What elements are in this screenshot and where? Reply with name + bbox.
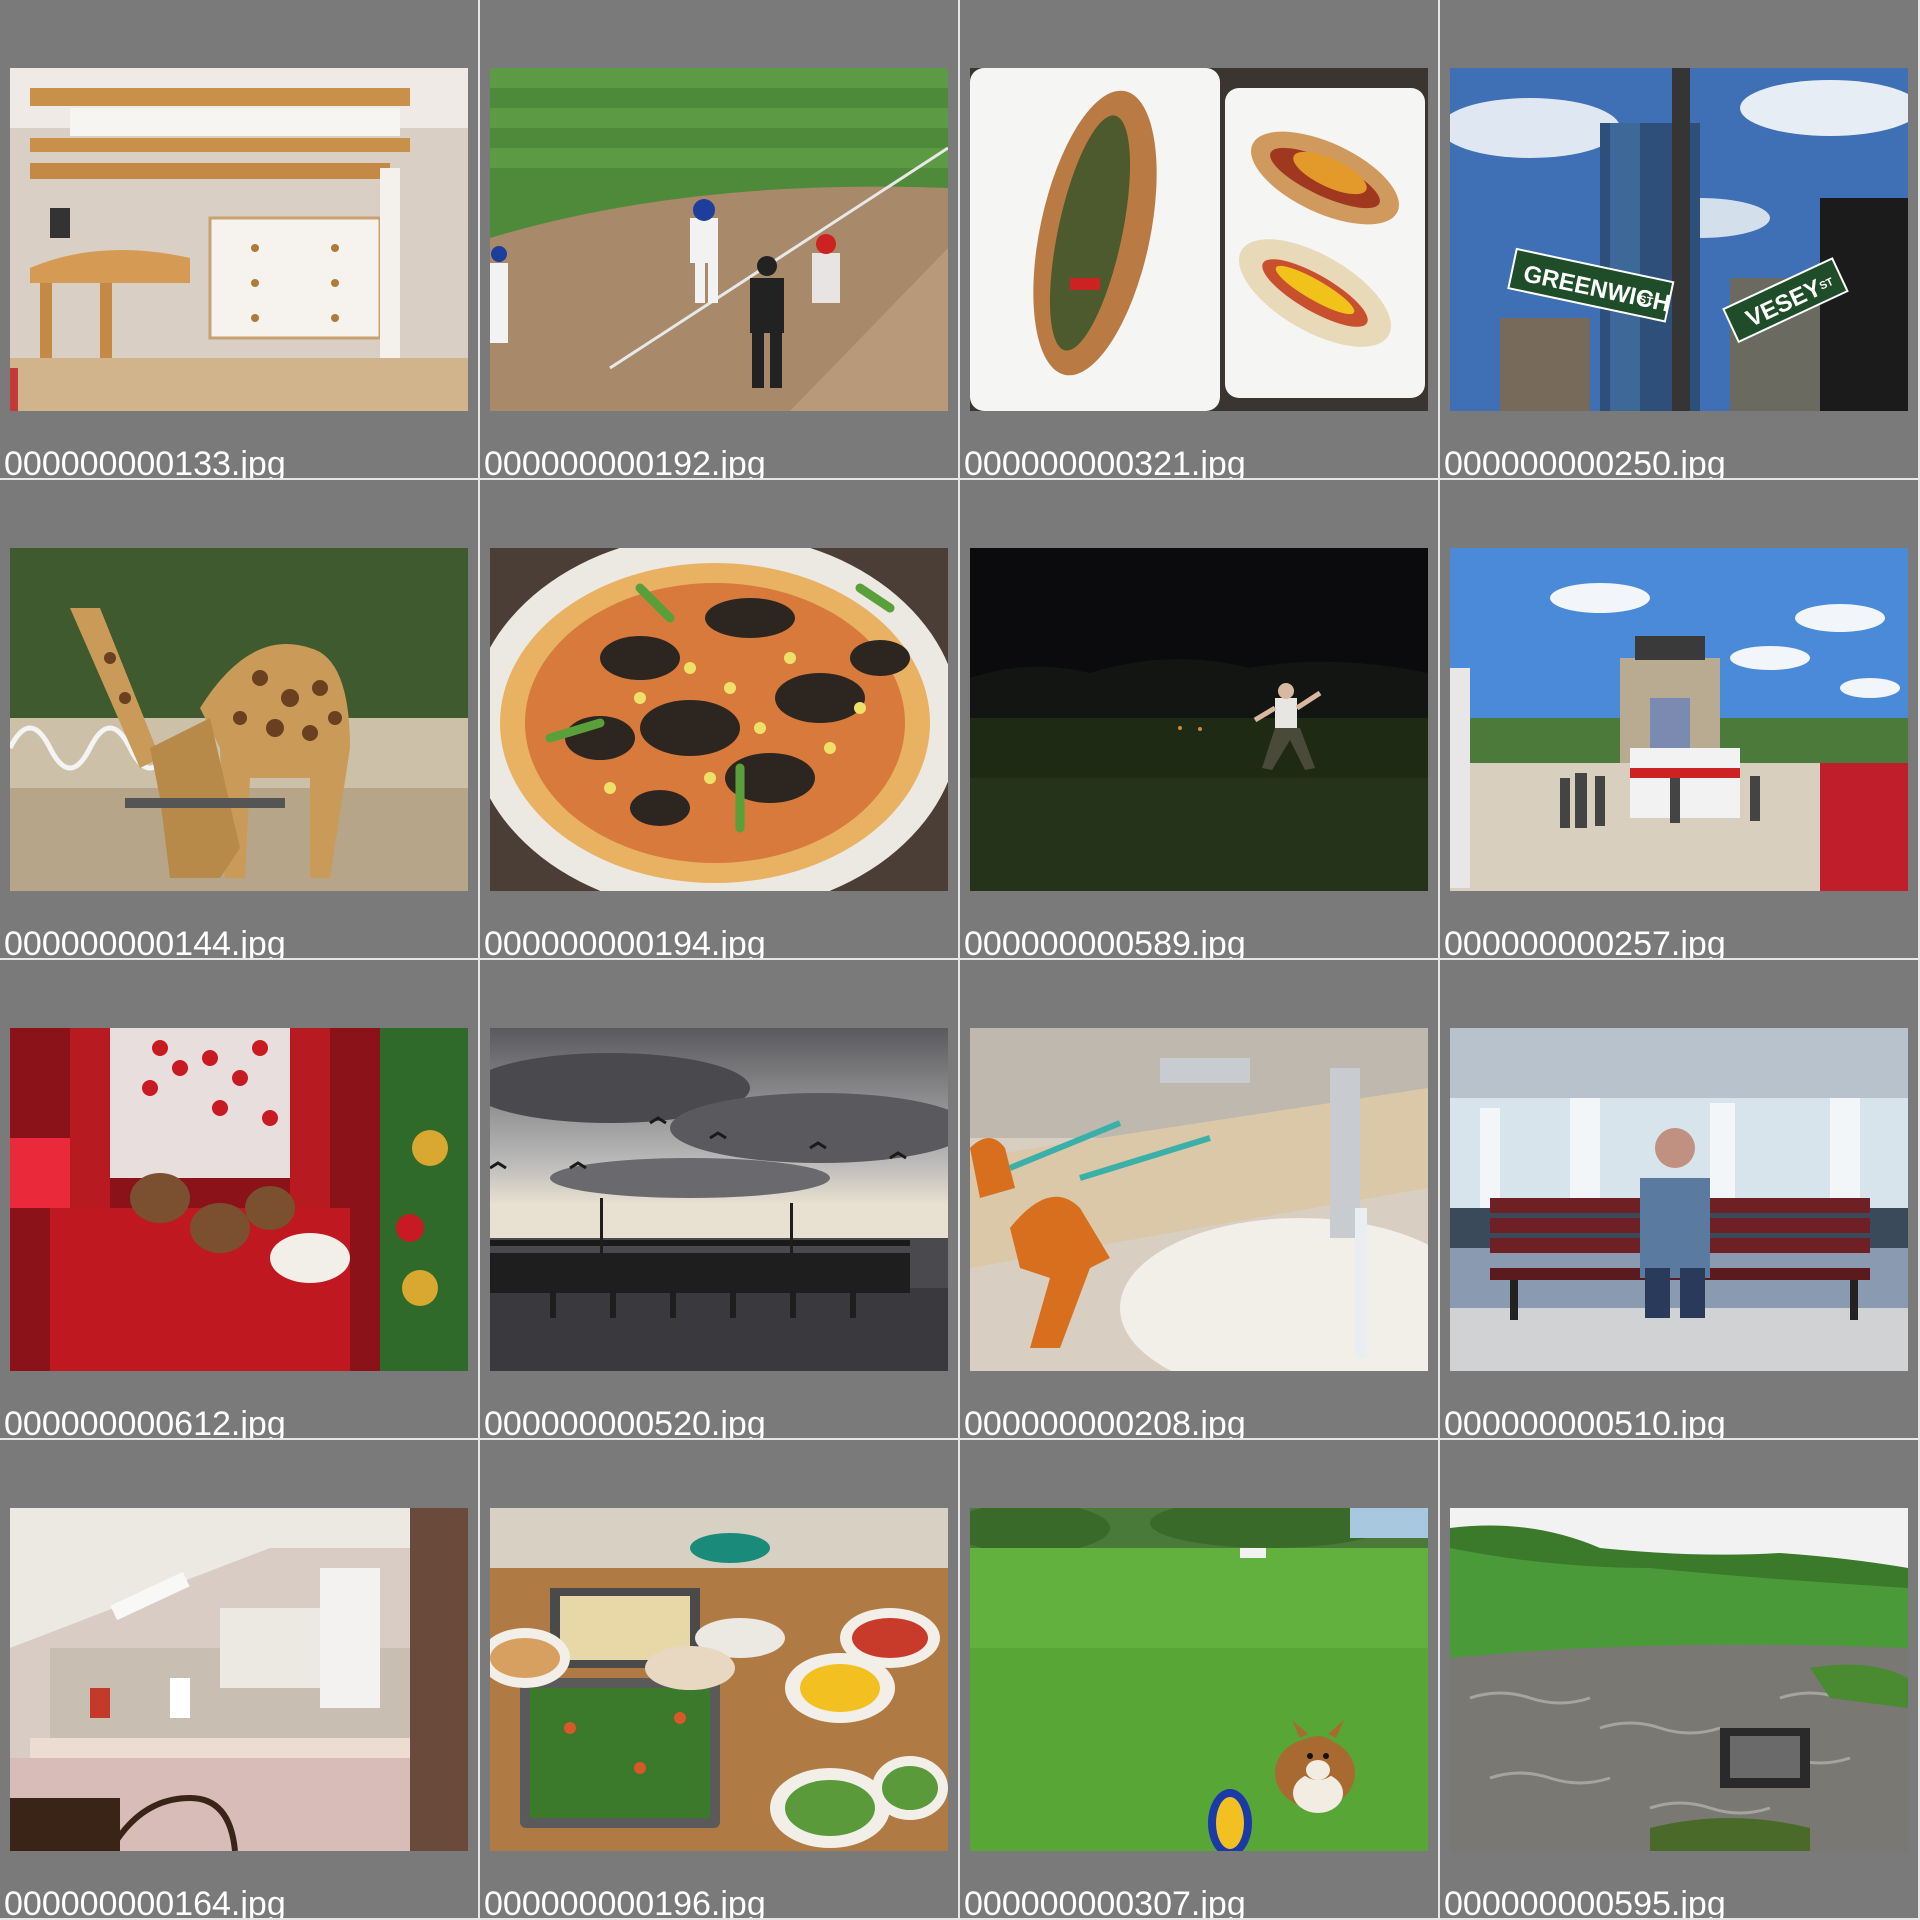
grid-cell[interactable]: 000000000510.jpg	[1440, 960, 1920, 1440]
file-name: 000000000307.jpg	[964, 1885, 1246, 1920]
photo-baseball-field[interactable]	[490, 68, 948, 411]
file-name: 000000000612.jpg	[4, 1405, 286, 1440]
file-name: 000000000164.jpg	[4, 1885, 286, 1920]
image-grid: 000000000133.jpg 000000000192.jpg 000000…	[0, 0, 1920, 1920]
file-name: 000000000321.jpg	[964, 445, 1246, 480]
grid-cell[interactable]: 000000000520.jpg	[480, 960, 960, 1440]
grid-cell[interactable]: 000000000257.jpg	[1440, 480, 1920, 960]
file-name: 000000000250.jpg	[1444, 445, 1726, 480]
grid-cell[interactable]: 000000000133.jpg	[0, 0, 480, 480]
file-name: 000000000257.jpg	[1444, 925, 1726, 960]
file-name: 000000000133.jpg	[4, 445, 286, 480]
photo-dog-in-grass[interactable]	[970, 1508, 1428, 1851]
photo-plaza-trucks[interactable]	[1450, 548, 1908, 891]
file-name: 000000000510.jpg	[1444, 1405, 1726, 1440]
photo-red-bedroom[interactable]	[10, 1028, 468, 1371]
photo-hot-dogs[interactable]	[970, 68, 1428, 411]
grid-cell[interactable]: 000000000192.jpg	[480, 0, 960, 480]
photo-night-field[interactable]	[970, 548, 1428, 891]
file-name: 000000000208.jpg	[964, 1405, 1246, 1440]
grid-cell[interactable]: 000000000194.jpg	[480, 480, 960, 960]
grid-cell[interactable]: GREENWICH ST VESEY ST 000000000250.jpg	[1440, 0, 1920, 480]
file-name: 000000000520.jpg	[484, 1405, 766, 1440]
grid-cell[interactable]: 000000000307.jpg	[960, 1440, 1440, 1920]
file-name: 000000000144.jpg	[4, 925, 286, 960]
grid-cell[interactable]: 000000000589.jpg	[960, 480, 1440, 960]
grid-cell[interactable]: 000000000595.jpg	[1440, 1440, 1920, 1920]
file-name: 000000000194.jpg	[484, 925, 766, 960]
photo-bathroom-sink[interactable]	[970, 1028, 1428, 1371]
photo-man-on-bench[interactable]	[1450, 1028, 1908, 1371]
photo-bunk-bed-room[interactable]	[10, 68, 468, 411]
file-name: 000000000595.jpg	[1444, 1885, 1726, 1920]
file-name: 000000000192.jpg	[484, 445, 766, 480]
photo-pier-sunset[interactable]	[490, 1028, 948, 1371]
photo-street-signs[interactable]: GREENWICH ST VESEY ST	[1450, 68, 1908, 411]
file-name: 000000000589.jpg	[964, 925, 1246, 960]
photo-pizza[interactable]	[490, 548, 948, 891]
photo-food-table[interactable]	[490, 1508, 948, 1851]
grid-cell[interactable]: 000000000164.jpg	[0, 1440, 480, 1920]
grid-cell[interactable]: 000000000612.jpg	[0, 960, 480, 1440]
photo-giraffes[interactable]	[10, 548, 468, 891]
grid-cell[interactable]: 000000000144.jpg	[0, 480, 480, 960]
grid-cell[interactable]: 000000000196.jpg	[480, 1440, 960, 1920]
grid-cell[interactable]: 000000000208.jpg	[960, 960, 1440, 1440]
photo-river-tv[interactable]	[1450, 1508, 1908, 1851]
file-name: 000000000196.jpg	[484, 1885, 766, 1920]
photo-kitchen[interactable]	[10, 1508, 468, 1851]
grid-cell[interactable]: 000000000321.jpg	[960, 0, 1440, 480]
